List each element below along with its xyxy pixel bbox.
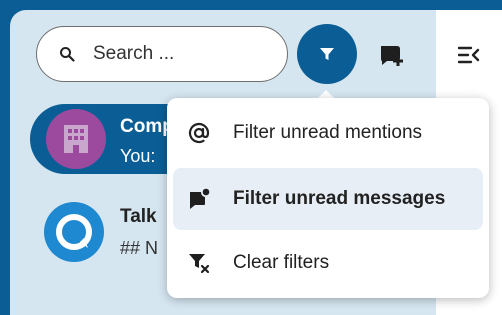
menu-item-label: Filter unread messages: [233, 188, 446, 209]
avatar: [46, 109, 106, 169]
message-badge-icon: [185, 185, 213, 213]
talk-logo-icon: [56, 214, 92, 250]
menu-item-filter-unread-mentions[interactable]: Filter unread mentions: [173, 102, 483, 164]
filter-dropdown-menu: Filter unread mentions Filter unread mes…: [167, 98, 489, 298]
conversation-item[interactable]: Comp You:: [30, 104, 190, 174]
conversation-item[interactable]: Talk ## N: [30, 196, 190, 272]
avatar: [44, 202, 104, 262]
filter-button[interactable]: [297, 24, 357, 84]
menu-toggle-icon: [458, 46, 480, 64]
search-input[interactable]: [91, 42, 265, 66]
chat-plus-icon: [381, 46, 403, 66]
filter-remove-icon: [185, 249, 213, 277]
menu-item-label: Clear filters: [233, 252, 330, 273]
menu-item-label: Filter unread mentions: [233, 122, 423, 143]
new-conversation-button[interactable]: [370, 34, 414, 78]
menu-item-clear-filters[interactable]: Clear filters: [173, 232, 483, 294]
building-icon: [64, 125, 88, 153]
search-box[interactable]: [36, 26, 288, 82]
filter-icon: [320, 48, 334, 60]
menu-item-filter-unread-messages[interactable]: Filter unread messages: [173, 168, 483, 230]
at-sign-icon: [185, 119, 213, 147]
sidebar-toggle-button[interactable]: [452, 38, 486, 72]
search-icon: [60, 47, 75, 62]
